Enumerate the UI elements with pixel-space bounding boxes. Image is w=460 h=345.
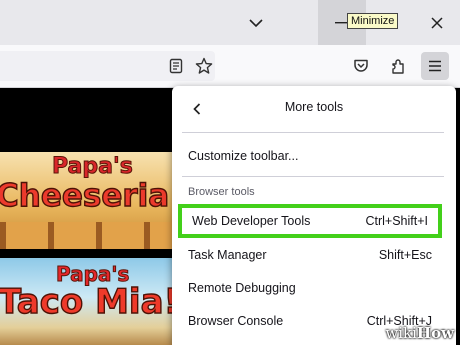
panel-title: More tools xyxy=(284,100,344,114)
browser-tools-heading: Browser tools xyxy=(188,186,255,198)
more-tools-panel: More tools Customize toolbar... Browser … xyxy=(172,86,456,345)
navigation-toolbar xyxy=(0,45,460,88)
item-label: Web Developer Tools xyxy=(192,214,311,228)
task-manager-item[interactable]: Task Manager Shift+Esc xyxy=(178,240,442,270)
close-button[interactable] xyxy=(414,0,460,45)
pocket-button[interactable] xyxy=(348,53,374,79)
reader-view-icon xyxy=(169,58,183,74)
item-label: Customize toolbar... xyxy=(188,149,299,163)
hamburger-menu-icon xyxy=(429,60,441,72)
game-title-line2: Taco Mia! xyxy=(0,281,180,322)
application-menu-button[interactable] xyxy=(421,52,449,80)
game-banner-taco-mia[interactable]: Papa's Taco Mia! xyxy=(0,258,200,345)
extensions-button[interactable] xyxy=(385,53,411,79)
customize-toolbar-item[interactable]: Customize toolbar... xyxy=(178,141,442,171)
divider xyxy=(182,132,444,133)
divider xyxy=(182,176,444,177)
item-label: Remote Debugging xyxy=(188,281,296,295)
minimize-tooltip: Minimize xyxy=(347,13,399,29)
remote-debugging-item[interactable]: Remote Debugging xyxy=(178,273,442,303)
extensions-icon xyxy=(392,58,404,74)
tab-list-button[interactable] xyxy=(236,0,276,45)
item-label: Task Manager xyxy=(188,248,267,262)
pocket-icon xyxy=(354,59,368,72)
star-icon xyxy=(195,57,213,74)
game-banner-cheeseria[interactable]: Papa's Cheeseria xyxy=(0,152,200,249)
bookmark-button[interactable] xyxy=(191,53,217,79)
reader-view-button[interactable] xyxy=(163,53,189,79)
watermark-wiki: wiki xyxy=(385,324,417,342)
game-title-line2: Cheeseria xyxy=(0,177,170,214)
close-icon xyxy=(431,16,443,29)
chevron-down-icon xyxy=(249,18,263,27)
panel-header: More tools xyxy=(172,86,456,132)
url-bar[interactable] xyxy=(0,51,215,81)
item-shortcut: Shift+Esc xyxy=(378,248,432,262)
web-developer-tools-item[interactable]: Web Developer Tools Ctrl+Shift+I xyxy=(178,204,442,238)
watermark-how: How xyxy=(416,324,454,342)
item-shortcut: Ctrl+Shift+I xyxy=(365,214,428,228)
wikihow-watermark: wikiHow xyxy=(385,324,454,342)
item-label: Browser Console xyxy=(188,314,284,328)
game-title-line1: Papa's xyxy=(52,154,134,180)
title-bar: Minimize xyxy=(0,0,460,45)
sandwich-artwork xyxy=(0,222,200,249)
